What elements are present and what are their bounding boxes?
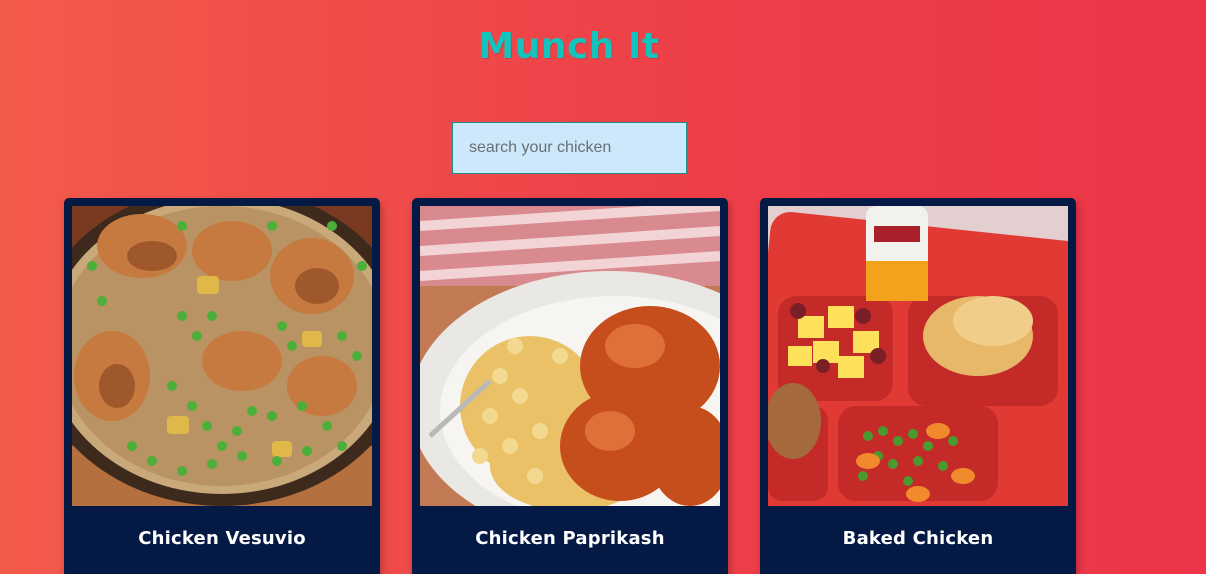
- search-input[interactable]: [452, 122, 687, 174]
- search-bar: [452, 122, 687, 174]
- recipe-card[interactable]: Chicken Paprikash: [412, 198, 728, 574]
- page-title: Munch It: [478, 26, 660, 67]
- recipe-image[interactable]: [768, 206, 1068, 506]
- recipe-name: Chicken Vesuvio: [138, 528, 306, 549]
- recipe-name: Baked Chicken: [842, 528, 994, 549]
- recipe-name: Chicken Paprikash: [475, 528, 665, 549]
- recipe-image[interactable]: [420, 206, 720, 506]
- recipe-card[interactable]: Baked Chicken: [760, 198, 1076, 574]
- recipe-image[interactable]: [72, 206, 372, 506]
- recipe-card[interactable]: Chicken Vesuvio: [64, 198, 380, 574]
